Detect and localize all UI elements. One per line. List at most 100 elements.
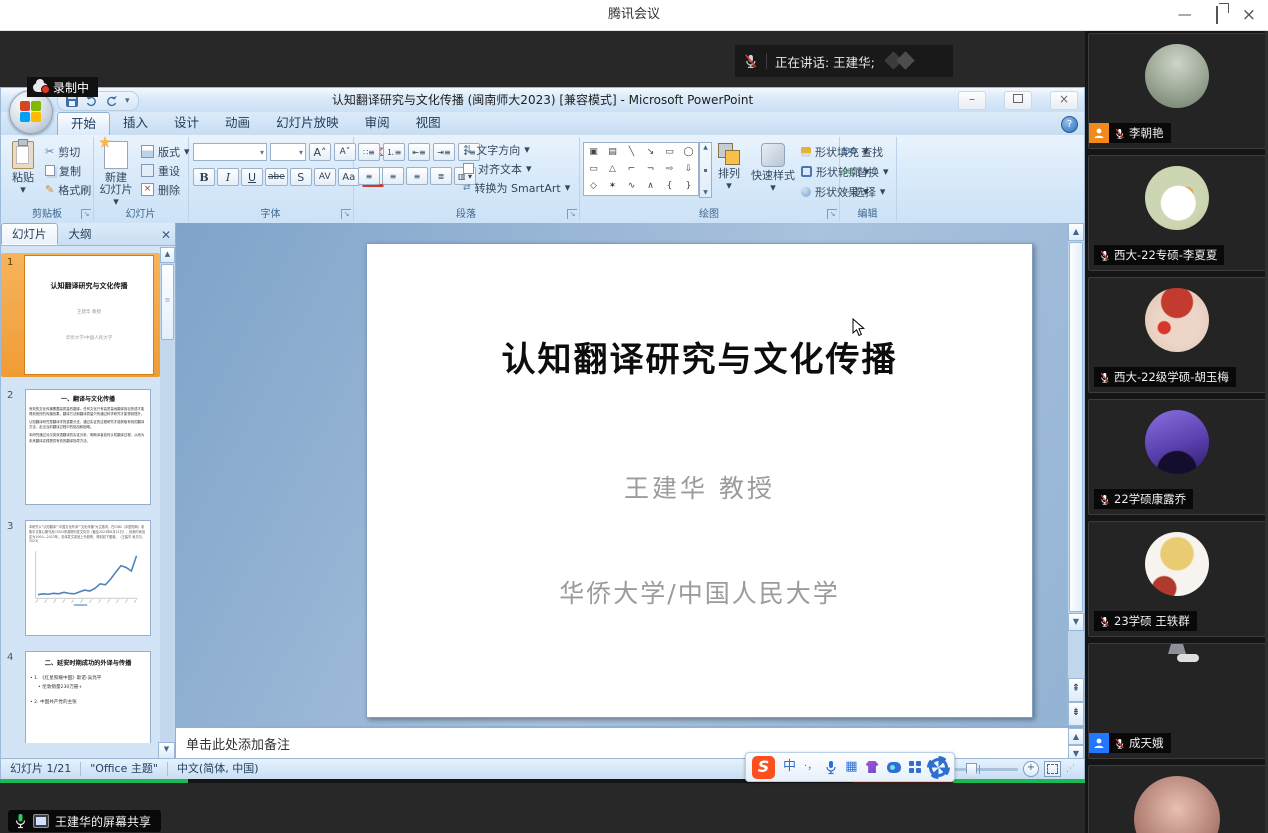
minimize-button[interactable]: —: [1178, 0, 1192, 30]
strikethrough-button[interactable]: abe: [265, 168, 288, 186]
grow-font-button[interactable]: A˄: [309, 143, 331, 161]
new-slide-button[interactable]: 新建幻灯片 ▾: [95, 141, 137, 208]
tab-insert[interactable]: 插入: [110, 112, 161, 135]
participant-tile[interactable]: 22学硕康露乔: [1088, 399, 1266, 515]
tab-view[interactable]: 视图: [403, 112, 454, 135]
pane-scrollbar[interactable]: ▲ ≡: [160, 247, 175, 743]
smart-assistant-icon[interactable]: [887, 762, 901, 773]
next-slide-button[interactable]: ⇟: [1068, 702, 1084, 726]
justify-button[interactable]: ≣: [430, 167, 452, 185]
numbering-button[interactable]: ⒈≡: [383, 143, 405, 161]
bold-button[interactable]: B: [193, 168, 215, 186]
zoom-in-button[interactable]: +: [1023, 761, 1039, 777]
shapes-gallery[interactable]: ▣▤╲↘▭◯ ▭△⌐¬⇨⇩ ◇✶∿∧{}: [583, 142, 699, 196]
shapes-gallery-scrollbar[interactable]: ▲▪▼: [699, 142, 712, 198]
paste-button[interactable]: 粘贴▾: [3, 141, 43, 196]
restore-button[interactable]: [1216, 0, 1218, 30]
cut-button[interactable]: ✂剪切: [45, 143, 91, 160]
font-dialog-launcher[interactable]: ↘: [341, 209, 351, 219]
slide-thumbnail-4[interactable]: 4 二、延安时期成功的外译与传播 • 1. 《红星照耀中国》斯诺-吴亮平 • 伦…: [1, 648, 160, 743]
fit-to-window-button[interactable]: [1044, 761, 1061, 777]
participant-tile[interactable]: 成天娥: [1088, 643, 1266, 759]
participant-tile[interactable]: 西大-22专硕-李夏夏: [1088, 155, 1266, 271]
layout-button[interactable]: 版式 ▾: [141, 143, 190, 160]
bullets-button[interactable]: ∷≡: [358, 143, 380, 161]
tab-animations[interactable]: 动画: [212, 112, 263, 135]
pane-scroll-down-icon[interactable]: ▼: [158, 742, 175, 759]
font-name-combo[interactable]: ▾: [193, 143, 267, 161]
ppt-minimize-button[interactable]: –: [958, 91, 986, 110]
italic-button[interactable]: I: [217, 168, 239, 186]
copy-button[interactable]: 复制: [45, 162, 91, 179]
find-button[interactable]: ΘΘ查找: [843, 143, 889, 160]
participant-tile[interactable]: 西大-22级学硕-胡玉梅: [1088, 277, 1266, 393]
slide-thumbnail-1[interactable]: 1 认知翻译研究与文化传播 王建华 教授 华侨大学/中国人民大学: [1, 253, 160, 377]
replace-button[interactable]: ab替换 ▾: [843, 163, 889, 180]
redo-icon[interactable]: [105, 95, 118, 107]
current-slide[interactable]: 认知翻译研究与文化传播 王建华 教授 华侨大学/中国人民大学: [366, 243, 1033, 718]
text-shadow-button[interactable]: S: [290, 168, 312, 186]
pane-tab-outline[interactable]: 大纲: [58, 223, 103, 245]
clipboard-dialog-launcher[interactable]: ↘: [81, 209, 91, 219]
smartart-button[interactable]: ⇄转换为 SmartArt ▾: [463, 179, 570, 196]
screen-share-badge[interactable]: 王建华的屏幕共享: [8, 810, 161, 832]
zoom-slider-thumb[interactable]: [966, 763, 977, 778]
qat-dropdown-icon[interactable]: ▾: [125, 96, 130, 106]
slide-thumbnail-2[interactable]: 2 一、翻译与文化传播 有效的文化传播需要高质量的翻译。任何文化只有高质量地翻译…: [1, 386, 160, 508]
ppt-maximize-button[interactable]: [1004, 91, 1032, 110]
help-icon[interactable]: ?: [1061, 116, 1078, 133]
slide-thumbnail-3[interactable]: 3 本研究以"认知翻译""中国文化外译""文化传播"为主题词，在CNKI（中国知…: [1, 517, 160, 639]
scroll-down-icon[interactable]: ▼: [1068, 613, 1084, 631]
tab-design[interactable]: 设计: [161, 112, 212, 135]
soft-keyboard-icon[interactable]: ▦: [845, 754, 857, 780]
increase-indent-button[interactable]: ⇥≡: [433, 143, 455, 161]
format-painter-button[interactable]: ✎格式刷: [45, 181, 91, 198]
language-indicator[interactable]: 中文(简体, 中国): [168, 759, 268, 779]
pane-scroll-up-icon[interactable]: ▲: [160, 247, 175, 263]
close-button[interactable]: ×: [1242, 0, 1256, 30]
participant-tile[interactable]: 23学硕 王轶群: [1088, 521, 1266, 637]
quick-styles-button[interactable]: 快速样式▾: [747, 143, 799, 194]
slide-canvas[interactable]: 认知翻译研究与文化传播 王建华 教授 华侨大学/中国人民大学 ▲ ▼ ⇞: [176, 223, 1084, 726]
notes-scrollbar[interactable]: ▲ ▼: [1068, 728, 1084, 759]
align-left-button[interactable]: ≡: [358, 167, 380, 185]
align-center-button[interactable]: ≡: [382, 167, 404, 185]
delete-button[interactable]: ×删除: [141, 181, 190, 198]
font-size-combo[interactable]: ▾: [270, 143, 306, 161]
reset-button[interactable]: 重设: [141, 162, 190, 179]
underline-button[interactable]: U: [241, 168, 263, 186]
recording-badge[interactable]: 录制中: [27, 77, 98, 97]
participant-tile[interactable]: 李朝艳: [1088, 33, 1266, 149]
notes-scroll-up-icon[interactable]: ▲: [1068, 728, 1084, 745]
canvas-scrollbar[interactable]: ▲ ▼: [1067, 223, 1084, 726]
previous-slide-button[interactable]: ⇞: [1068, 678, 1084, 702]
align-right-button[interactable]: ≡: [406, 167, 428, 185]
align-text-button[interactable]: 对齐文本 ▾: [463, 160, 570, 177]
participant-tile[interactable]: [1088, 765, 1266, 833]
arrange-button[interactable]: 排列▾: [713, 143, 745, 192]
tab-home[interactable]: 开始: [57, 112, 110, 135]
chinese-mode-icon[interactable]: 中: [783, 754, 796, 780]
host-badge-icon: [1089, 123, 1109, 143]
settings-gear-icon[interactable]: [929, 758, 948, 777]
pane-close-icon[interactable]: ✕: [161, 228, 171, 242]
text-direction-button[interactable]: ⇅文字方向 ▾: [463, 141, 570, 158]
drawing-dialog-launcher[interactable]: ↘: [827, 209, 837, 219]
tab-review[interactable]: 审阅: [352, 112, 403, 135]
character-spacing-button[interactable]: AV: [314, 168, 336, 186]
skin-icon[interactable]: [866, 761, 879, 773]
toolbox-icon[interactable]: [909, 761, 921, 773]
decrease-indent-button[interactable]: ⇤≡: [408, 143, 430, 161]
scroll-up-icon[interactable]: ▲: [1068, 223, 1084, 241]
tab-slideshow[interactable]: 幻灯片放映: [263, 112, 352, 135]
sogou-logo-icon[interactable]: S: [752, 756, 775, 779]
voice-input-icon[interactable]: [825, 760, 837, 775]
scroll-thumb[interactable]: [1069, 242, 1083, 612]
pane-tab-slides[interactable]: 幻灯片: [1, 223, 58, 245]
punctuation-icon[interactable]: ·，: [804, 754, 817, 780]
paragraph-dialog-launcher[interactable]: ↘: [567, 209, 577, 219]
ppt-close-button[interactable]: ×: [1050, 91, 1078, 110]
select-button[interactable]: ▻选择 ▾: [843, 183, 889, 200]
pane-scroll-thumb[interactable]: ≡: [161, 264, 174, 340]
ppt-window-title: 认知翻译研究与文化传播 (闽南师大2023) [兼容模式] - Microsof…: [201, 88, 884, 112]
